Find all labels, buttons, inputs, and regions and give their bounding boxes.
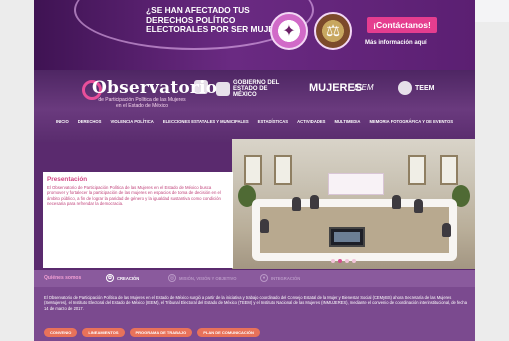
corner-panel <box>475 0 509 22</box>
gob-emblem-icon <box>216 82 230 96</box>
target-icon: ◎ <box>168 274 176 282</box>
photo-person <box>260 219 269 233</box>
contact-button[interactable]: ¡Contáctanos! <box>367 17 437 33</box>
banner-question: ¿SE HAN AFECTADO TUS DERECHOS POLÍTICO E… <box>146 5 285 35</box>
nav-item-memoria[interactable]: MEMORIA FOTOGRÁFICA Y DE EVENTOS <box>369 119 453 124</box>
nav-item-multimedia[interactable]: MULTIMEDIA <box>334 119 360 124</box>
photo-person <box>442 223 451 237</box>
teem-emblem-icon <box>398 81 412 95</box>
about-label: Quiénes somos <box>44 275 82 281</box>
edomex-logo[interactable] <box>194 80 211 94</box>
carousel-dot[interactable] <box>331 259 335 263</box>
hero-carousel-image[interactable] <box>232 139 475 269</box>
presentation-title: Presentación <box>47 176 88 183</box>
scales-icon: ⚖ <box>325 23 341 40</box>
main-nav: INICIO DERECHOS VIOLENCIA POLÍTICA ELECC… <box>34 114 475 128</box>
edomex-shield-icon <box>194 80 208 94</box>
lineamientos-button[interactable]: LINEAMIENTOS <box>82 328 125 337</box>
site-header: Observatorio de Participación Política d… <box>34 70 475 142</box>
photo-window <box>274 155 292 185</box>
about-tabs: Quiénes somos ✿ CREACIÓN ◎ MISIÓN, VISIÓ… <box>34 270 475 287</box>
photo-window <box>408 155 426 185</box>
gob-logo-text: GOBIERNO DEL ESTADO DE MÉXICO <box>233 80 280 98</box>
presentation-card: Presentación El Observatorio de Particip… <box>43 172 233 268</box>
site-subtitle: de Participación Política de las Mujeres… <box>98 97 186 109</box>
photo-window <box>244 155 262 185</box>
gob-logo[interactable]: GOBIERNO DEL ESTADO DE MÉXICO <box>216 80 285 98</box>
tab-label-creacion: CREACIÓN <box>117 275 140 281</box>
nav-item-estadisticas[interactable]: ESTADÍSTICAS <box>258 119 288 124</box>
ribbon-badge: ✦ <box>270 12 308 50</box>
carousel-dot[interactable] <box>345 259 349 263</box>
photo-person <box>414 199 423 213</box>
teem-logo-text: TEEM <box>415 84 435 92</box>
document-buttons: CONVENIO LINEAMIENTOS PROGRAMA DE TRABAJ… <box>44 328 260 337</box>
teem-logo[interactable]: TEEM <box>398 81 434 95</box>
plan-button[interactable]: PLAN DE COMUNICACIÓN <box>197 328 260 337</box>
photo-video-screen <box>329 227 365 247</box>
carousel-dots <box>331 259 356 263</box>
scales-badge: ⚖ <box>314 12 352 50</box>
photo-person <box>292 197 301 211</box>
nav-item-actividades[interactable]: ACTIVIDADES <box>297 119 325 124</box>
photo-window <box>440 155 458 185</box>
tab-integracion[interactable]: ● INTEGRACIÓN <box>260 274 300 282</box>
photo-wall-banner <box>328 173 384 195</box>
more-info-link[interactable]: Más información aquí <box>365 40 445 46</box>
photo-person <box>392 195 401 209</box>
ieem-logo[interactable]: IEEM <box>354 83 374 92</box>
campaign-banner[interactable]: ¿SE HAN AFECTADO TUS DERECHOS POLÍTICO E… <box>34 0 475 70</box>
tab-mision[interactable]: ◎ MISIÓN, VISIÓN Y OBJETIVO <box>168 274 237 282</box>
ribbon-icon: ✦ <box>282 23 296 40</box>
about-text: El Observatorio de Participación Polític… <box>44 295 467 311</box>
nav-item-violencia[interactable]: VIOLENCIA POLÍTICA <box>110 119 153 124</box>
group-icon: ● <box>260 274 268 282</box>
carousel-dot[interactable] <box>338 259 342 263</box>
carousel-dot[interactable] <box>352 259 356 263</box>
programa-button[interactable]: PROGRAMA DE TRABAJO <box>129 328 193 337</box>
convenio-button[interactable]: CONVENIO <box>44 328 78 337</box>
nav-item-inicio[interactable]: INICIO <box>56 119 69 124</box>
nav-item-derechos[interactable]: DERECHOS <box>78 119 102 124</box>
tab-label-mision: MISIÓN, VISIÓN Y OBJETIVO <box>179 275 237 281</box>
presentation-text: El Observatorio de Participación Polític… <box>47 185 221 206</box>
nav-item-elecciones[interactable]: ELECCIONES ESTATALES Y MUNICIPALES <box>163 119 249 124</box>
page: ¿SE HAN AFECTADO TUS DERECHOS POLÍTICO E… <box>34 0 475 341</box>
photo-person <box>310 195 319 209</box>
tab-label-integracion: INTEGRACIÓN <box>271 275 301 281</box>
flower-icon: ✿ <box>106 274 114 282</box>
about-section: Quiénes somos ✿ CREACIÓN ◎ MISIÓN, VISIÓ… <box>34 270 475 341</box>
tab-creacion[interactable]: ✿ CREACIÓN <box>106 274 139 282</box>
